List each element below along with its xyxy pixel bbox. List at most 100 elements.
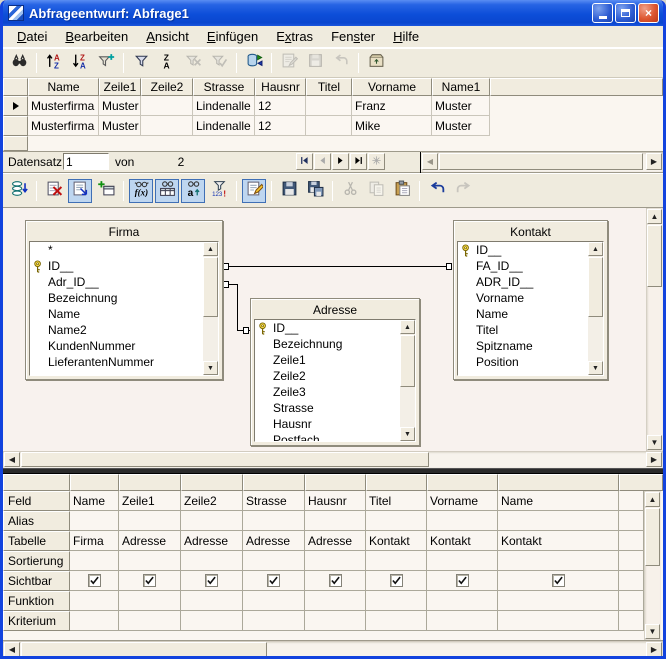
field-item[interactable]: ADR_ID__ [458, 274, 603, 290]
criteria-cell-funktion[interactable] [243, 591, 305, 611]
row-selector[interactable] [3, 136, 28, 151]
menu-item-datei[interactable]: Datei [8, 27, 56, 46]
row-header-tabelle[interactable]: Tabelle [3, 531, 70, 551]
field-item[interactable]: Adr_ID__ [30, 274, 218, 290]
run-query-button[interactable] [7, 179, 31, 203]
cell-zeile2[interactable] [141, 116, 193, 136]
row-header-feld[interactable]: Feld [3, 491, 70, 511]
criteria-cell-sichtbar[interactable] [305, 571, 366, 591]
field-item[interactable]: Zeile1 [255, 352, 415, 368]
criteria-cell-feld[interactable]: Hausnr [305, 491, 366, 511]
field-item[interactable]: Spitzname [458, 338, 603, 354]
criteria-cell-alias[interactable] [305, 511, 366, 531]
criteria-cell-funktion[interactable] [498, 591, 619, 611]
criteria-cell-feld[interactable]: Titel [366, 491, 427, 511]
refresh-data-button[interactable] [242, 51, 266, 75]
criteria-cell-alias[interactable] [243, 511, 305, 531]
column-header-zeile2[interactable]: Zeile2 [141, 78, 193, 96]
cell-name[interactable]: Musterfirma [28, 96, 99, 116]
save-as-button[interactable] [303, 179, 327, 203]
criteria-cell-funktion[interactable] [119, 591, 181, 611]
column-header-name[interactable]: Name [28, 78, 99, 96]
design-vertical-scrollbar[interactable]: ▲ ▼ [646, 208, 663, 451]
criteria-cell-sortierung[interactable] [181, 551, 243, 571]
criteria-cell-kriterium[interactable] [498, 611, 619, 631]
paste-button[interactable] [390, 179, 414, 203]
criteria-cell-alias[interactable] [119, 511, 181, 531]
cell-zeile2[interactable] [141, 96, 193, 116]
functions-button[interactable]: f(x) [129, 179, 153, 203]
scroll-up-button[interactable]: ▲ [647, 209, 662, 224]
field-item[interactable]: Postfach [255, 432, 415, 442]
column-header-zeile1[interactable]: Zeile1 [99, 78, 141, 96]
column-header-hausnr[interactable]: Hausnr [255, 78, 306, 96]
menu-item-bearbeiten[interactable]: Bearbeiten [56, 27, 137, 46]
cell-zeile1[interactable]: Muster [99, 116, 141, 136]
criteria-cell-sortierung[interactable] [305, 551, 366, 571]
field-list-scrollbar[interactable]: ▲▼ [400, 320, 415, 441]
criteria-column-header[interactable] [427, 474, 498, 491]
scroll-right-button[interactable]: ▶ [646, 153, 662, 170]
sichtbar-checkbox[interactable] [390, 574, 403, 587]
filter-button[interactable] [129, 51, 153, 75]
add-table-button[interactable] [94, 179, 118, 203]
criteria-cell-alias[interactable] [70, 511, 119, 531]
table-window-adresse[interactable]: AdresseID__BezeichnungZeile1Zeile2Zeile3… [250, 298, 420, 446]
field-list-scrollbar[interactable]: ▲▼ [588, 242, 603, 375]
sichtbar-checkbox[interactable] [329, 574, 342, 587]
criteria-cell-feld[interactable]: Zeile1 [119, 491, 181, 511]
field-item[interactable]: ID__ [458, 242, 603, 258]
field-item[interactable]: Bezeichnung [30, 290, 218, 306]
scroll-thumb[interactable] [21, 452, 429, 467]
scroll-down-button[interactable]: ▼ [203, 361, 218, 375]
cell-name1[interactable]: Muster [432, 116, 490, 136]
criteria-column-header[interactable] [70, 474, 119, 491]
criteria-cell-funktion[interactable] [70, 591, 119, 611]
criteria-cell-feld[interactable]: Zeile2 [181, 491, 243, 511]
field-item[interactable]: KundenNummer [30, 338, 218, 354]
column-header-strasse[interactable]: Strasse [193, 78, 255, 96]
cell-vorname[interactable]: Mike [352, 116, 432, 136]
scroll-right-button[interactable]: ▶ [646, 452, 662, 467]
row-header-kriterium[interactable]: Kriterium [3, 611, 70, 631]
first-record-button[interactable] [296, 153, 313, 170]
next-record-button[interactable] [332, 153, 349, 170]
criteria-cell-tabelle[interactable]: Adresse [243, 531, 305, 551]
menu-item-hilfe[interactable]: Hilfe [384, 27, 428, 46]
criteria-cell-sichtbar[interactable] [119, 571, 181, 591]
scroll-up-button[interactable]: ▲ [203, 242, 218, 256]
edit-button[interactable] [242, 179, 266, 203]
row-header-funktion[interactable]: Funktion [3, 591, 70, 611]
criteria-cell-feld[interactable]: Vorname [427, 491, 498, 511]
menu-item-ansicht[interactable]: Ansicht [137, 27, 198, 46]
row-selector[interactable] [3, 96, 28, 116]
sichtbar-checkbox[interactable] [552, 574, 565, 587]
sichtbar-checkbox[interactable] [456, 574, 469, 587]
clear-query-button[interactable] [42, 179, 66, 203]
data-source-button[interactable] [364, 51, 388, 75]
scroll-up-button[interactable]: ▲ [400, 320, 415, 334]
cell-name1[interactable]: Muster [432, 96, 490, 116]
sichtbar-checkbox[interactable] [267, 574, 280, 587]
join-firma-kontakt-line[interactable] [229, 266, 447, 267]
grid-vertical-scrollbar[interactable]: ▲▼ [644, 491, 661, 640]
criteria-cell-kriterium[interactable] [366, 611, 427, 631]
close-button[interactable]: × [638, 3, 659, 23]
cell-titel[interactable] [306, 96, 352, 116]
criteria-cell-sortierung[interactable] [427, 551, 498, 571]
record-number-input[interactable] [63, 153, 109, 170]
cell-zeile1[interactable]: Muster [99, 96, 141, 116]
field-item[interactable]: ID__ [255, 320, 415, 336]
row-selector-header[interactable] [3, 78, 28, 96]
criteria-cell-funktion[interactable] [181, 591, 243, 611]
scroll-down-button[interactable]: ▼ [588, 361, 603, 375]
field-item[interactable]: LieferantenNummer [30, 354, 218, 370]
criteria-cell-tabelle[interactable]: Adresse [305, 531, 366, 551]
criteria-cell-kriterium[interactable] [305, 611, 366, 631]
row-header-sichtbar[interactable]: Sichtbar [3, 571, 70, 591]
sort-ascending-button[interactable]: AZ [42, 51, 66, 75]
criteria-cell-funktion[interactable] [427, 591, 498, 611]
column-header-name1[interactable]: Name1 [432, 78, 490, 96]
criteria-cell-sichtbar[interactable] [70, 571, 119, 591]
criteria-cell-kriterium[interactable] [427, 611, 498, 631]
